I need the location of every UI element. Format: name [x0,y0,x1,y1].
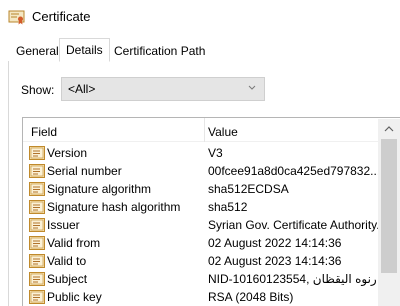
field-value: sha512 [208,200,248,214]
field-value: V3 [208,146,223,160]
list-header: Field Value [23,118,400,142]
show-selected-value: <All> [68,82,96,96]
show-label: Show: [21,83,55,97]
certificate-field-icon [29,289,45,305]
field-value: RSA (2048 Bits) [208,290,294,304]
field-value: 02 August 2023 14:14:36 [208,254,342,268]
list-item[interactable]: Signature algorithm sha512ECDSA [23,180,379,198]
certificate-field-icon [29,181,45,197]
certificate-icon [8,9,26,25]
field-value: sha512ECDSA [208,182,289,196]
field-value: Syrian Gov. Certificate Authority... [208,218,378,232]
field-name: Issuer [47,218,80,232]
certificate-field-icon [29,271,45,287]
list-item[interactable]: Public key RSA (2048 Bits) [23,288,379,306]
list-item[interactable]: Valid from 02 August 2022 14:14:36 [23,234,379,252]
certificate-field-icon [29,145,45,161]
certificate-field-icon [29,235,45,251]
tab-details[interactable]: Details [59,38,110,62]
list-item[interactable]: Valid to 02 August 2023 14:14:36 [23,252,379,270]
column-header-value[interactable]: Value [208,125,238,139]
field-name: Public key [47,290,102,304]
field-name: Valid to [47,254,87,268]
field-value: NID-10160123554, رنوه اليقظان ... [208,272,378,286]
field-name: Subject [47,272,88,286]
tab-general[interactable]: General [12,42,63,62]
list-item[interactable]: Subject NID-10160123554, رنوه اليقظان ... [23,270,379,288]
chevron-down-icon [246,81,258,95]
column-separator[interactable] [204,118,205,142]
field-name: Valid from [47,236,101,250]
scroll-thumb[interactable] [381,139,397,273]
field-name: Signature algorithm [47,182,152,196]
tab-certification-path[interactable]: Certification Path [110,42,209,62]
field-value: 00fcee91a8d0ca425ed797832... [208,164,378,178]
list-item[interactable]: Version V3 [23,144,379,162]
field-name: Version [47,146,88,160]
list-item[interactable]: Serial number 00fcee91a8d0ca425ed797832..… [23,162,379,180]
certificate-field-icon [29,199,45,215]
field-name: Serial number [47,164,122,178]
certificate-field-icon [29,253,45,269]
title-bar: Certificate [0,0,400,34]
field-value: 02 August 2022 14:14:36 [208,236,342,250]
window-title: Certificate [32,9,91,24]
certificate-field-icon [29,163,45,179]
list-item[interactable]: Issuer Syrian Gov. Certificate Authority.… [23,216,379,234]
field-list[interactable]: Field Value Version V3 Serial number 00fcee… [22,117,400,306]
list-item[interactable]: Signature hash algorithm sha512 [23,198,379,216]
certificate-field-icon [29,217,45,233]
field-name: Signature hash algorithm [47,200,181,214]
show-dropdown[interactable]: <All> [61,77,265,101]
scroll-up-arrow-icon[interactable] [383,123,395,133]
column-header-field[interactable]: Field [31,125,57,139]
vertical-scrollbar[interactable] [378,119,400,306]
